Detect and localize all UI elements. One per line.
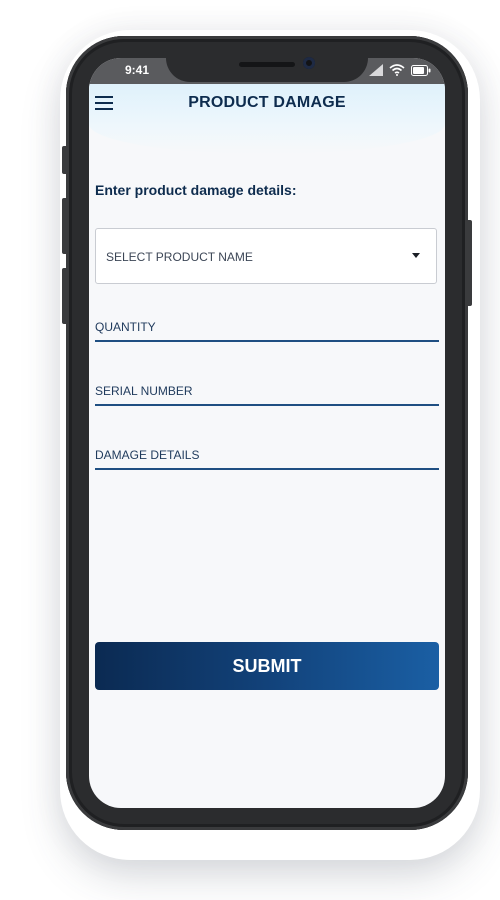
serial-number-field[interactable]: SERIAL NUMBER [95, 380, 439, 406]
product-name-select[interactable]: SELECT PRODUCT NAME [95, 228, 437, 284]
status-icons [369, 64, 431, 76]
serial-number-label: SERIAL NUMBER [95, 384, 193, 398]
speaker-grille [239, 62, 295, 67]
volume-up-button [62, 198, 68, 254]
wifi-icon [389, 64, 405, 76]
mockup-stage: 9:41 PRODUCT DAMAGE Enter product damage… [0, 0, 500, 900]
submit-button[interactable]: SUBMIT [95, 642, 439, 690]
damage-details-label: DAMAGE DETAILS [95, 448, 200, 462]
chevron-down-icon [412, 253, 420, 258]
signal-icon [369, 64, 383, 76]
damage-details-field[interactable]: DAMAGE DETAILS [95, 444, 439, 470]
quantity-label: QUANTITY [95, 320, 156, 334]
battery-icon [411, 64, 431, 76]
mute-switch [62, 146, 68, 174]
product-select-placeholder: SELECT PRODUCT NAME [106, 250, 253, 264]
power-button [466, 220, 472, 306]
status-time: 9:41 [125, 63, 150, 77]
form-heading: Enter product damage details: [95, 182, 297, 198]
phone-screen: 9:41 PRODUCT DAMAGE Enter product damage… [89, 58, 445, 808]
page-title: PRODUCT DAMAGE [188, 94, 346, 111]
quantity-field[interactable]: QUANTITY [95, 316, 439, 342]
front-camera [303, 57, 315, 69]
volume-down-button [62, 268, 68, 324]
app-header: PRODUCT DAMAGE [89, 84, 445, 154]
